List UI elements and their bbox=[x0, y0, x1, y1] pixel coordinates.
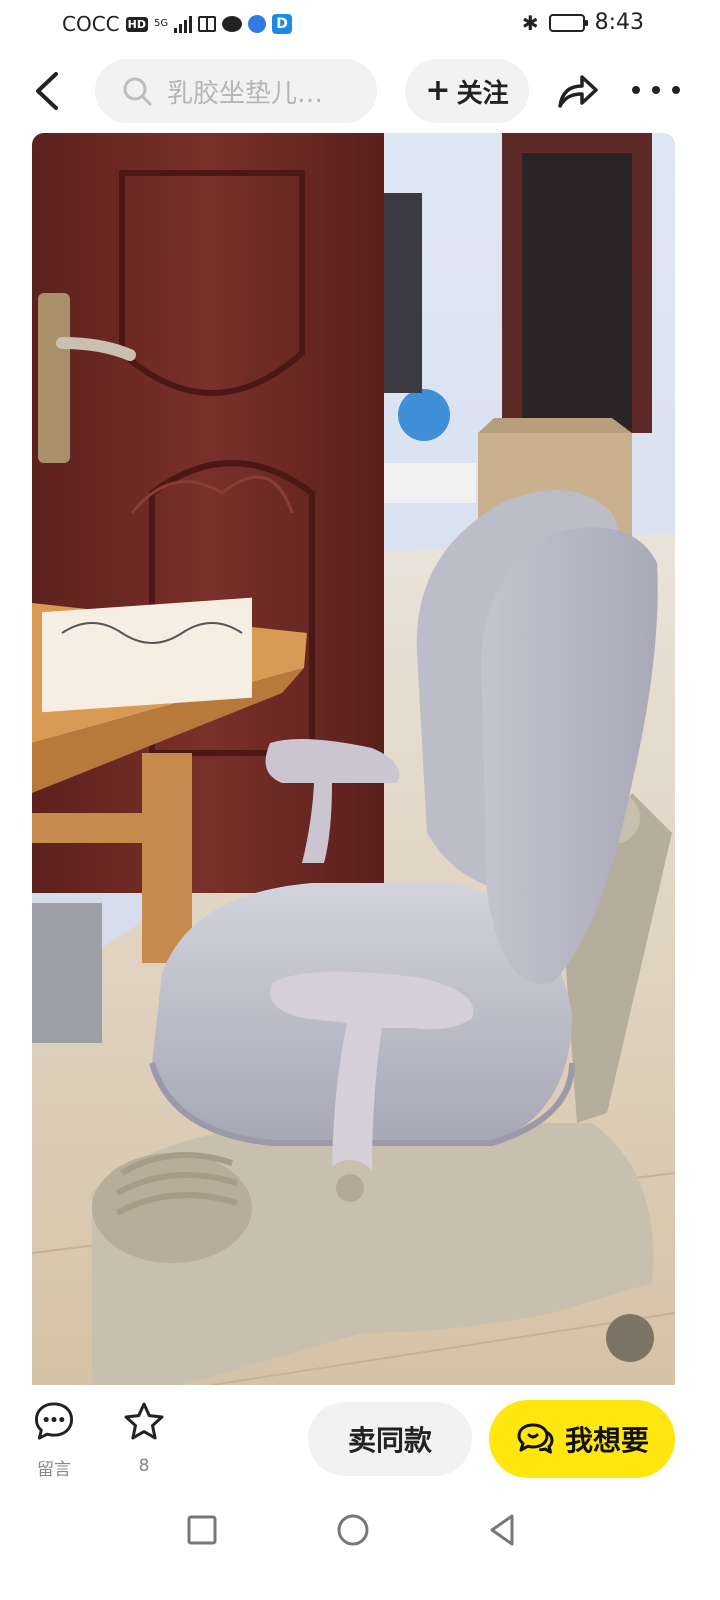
want-label: 我想要 bbox=[564, 1424, 649, 1457]
more-dot-icon bbox=[652, 86, 660, 94]
status-bar: COCC HD 5G D ✱ 8:43 bbox=[0, 0, 720, 48]
network-type: 5G bbox=[153, 18, 169, 29]
search-icon bbox=[123, 77, 152, 106]
photo-scene bbox=[32, 133, 675, 1385]
photo-trash-bin bbox=[32, 903, 102, 1043]
bottom-action-bar: 留言 8 卖同款 我想要 bbox=[0, 1390, 720, 1490]
top-nav: 乳胶坐垫儿… + 关注 bbox=[0, 56, 720, 126]
back-triangle-icon[interactable] bbox=[484, 1512, 520, 1548]
comment-icon bbox=[34, 1402, 74, 1440]
favorite-button[interactable]: 8 bbox=[118, 1400, 170, 1480]
back-button[interactable] bbox=[28, 70, 68, 112]
search-placeholder: 乳胶坐垫儿… bbox=[167, 78, 324, 109]
want-button[interactable]: 我想要 bbox=[489, 1400, 675, 1478]
star-icon bbox=[124, 1402, 164, 1440]
system-nav-bar bbox=[0, 1498, 720, 1562]
photo-paper bbox=[42, 597, 252, 713]
plus-icon: + bbox=[425, 73, 451, 108]
status-left: COCC HD 5G D bbox=[62, 12, 293, 36]
sell-same-button[interactable]: 卖同款 bbox=[308, 1402, 472, 1476]
comment-label: 留言 bbox=[37, 1460, 71, 1480]
product-photo[interactable] bbox=[32, 133, 675, 1385]
home-circle-icon[interactable] bbox=[335, 1512, 371, 1548]
signal-icon bbox=[174, 15, 193, 33]
favorite-count: 8 bbox=[138, 1456, 150, 1476]
recent-apps-square-icon[interactable] bbox=[184, 1512, 220, 1548]
message-notification-icon bbox=[222, 16, 243, 32]
follow-button[interactable]: + 关注 bbox=[405, 59, 529, 123]
photo-cabinet bbox=[376, 463, 476, 503]
gift-notification-icon bbox=[198, 16, 217, 32]
back-arrow-icon bbox=[36, 72, 58, 110]
share-button[interactable] bbox=[554, 68, 600, 114]
search-input[interactable]: 乳胶坐垫儿… bbox=[95, 59, 377, 123]
battery-icon bbox=[548, 13, 588, 32]
follow-label: 关注 bbox=[456, 78, 509, 109]
photo-caster bbox=[606, 1314, 654, 1362]
photo-desk-leg bbox=[142, 753, 192, 963]
sell-same-label: 卖同款 bbox=[347, 1424, 432, 1457]
hd-badge: HD bbox=[125, 16, 148, 32]
more-button[interactable] bbox=[632, 78, 680, 102]
bluetooth-icon: ✱ bbox=[521, 10, 539, 35]
carrier-label: COCC bbox=[62, 12, 120, 36]
clock: 8:43 bbox=[594, 10, 644, 35]
comment-button[interactable]: 留言 bbox=[28, 1400, 80, 1480]
more-dot-icon bbox=[672, 86, 680, 94]
photo-footrest bbox=[92, 1153, 252, 1263]
browser-notification-icon bbox=[248, 15, 267, 33]
photo-globe bbox=[398, 389, 450, 441]
more-dot-icon bbox=[632, 86, 640, 94]
photo-door-handle bbox=[38, 293, 70, 463]
share-icon bbox=[558, 75, 598, 108]
status-right: ✱ 8:43 bbox=[522, 10, 644, 35]
app-notification-icon: D bbox=[272, 14, 293, 34]
chat-bubbles-icon bbox=[517, 1423, 554, 1454]
